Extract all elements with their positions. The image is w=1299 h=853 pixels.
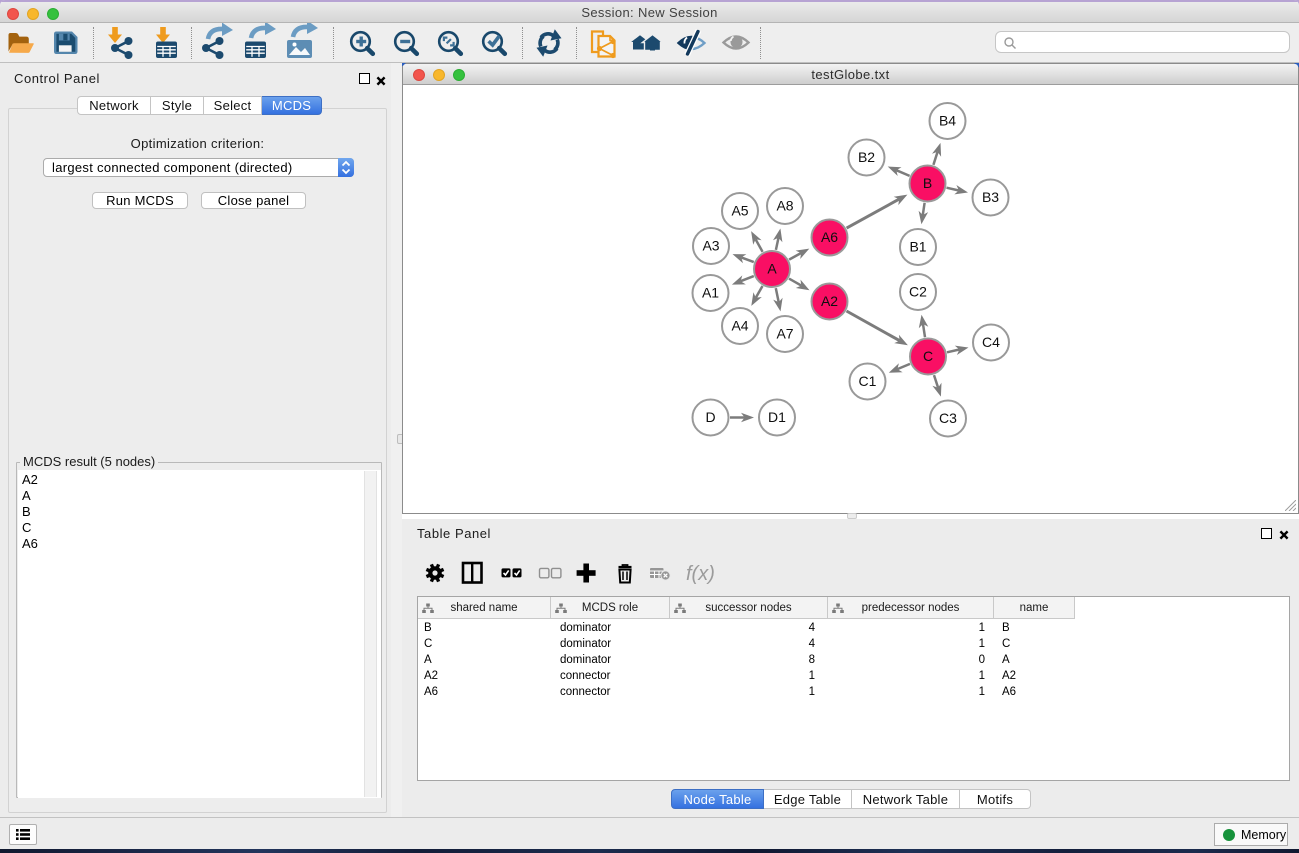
svg-text:D1: D1: [768, 409, 786, 425]
svg-text:C1: C1: [859, 373, 877, 389]
svg-text:C: C: [923, 348, 933, 364]
svg-text:D: D: [705, 409, 715, 425]
svg-text:B: B: [923, 175, 932, 191]
svg-text:A4: A4: [731, 318, 748, 334]
svg-text:A5: A5: [731, 203, 748, 219]
svg-text:B1: B1: [909, 239, 926, 255]
svg-text:A3: A3: [702, 238, 719, 254]
svg-text:A7: A7: [776, 326, 793, 342]
svg-text:B4: B4: [939, 113, 956, 129]
svg-text:A6: A6: [821, 229, 838, 245]
svg-text:C2: C2: [909, 284, 927, 300]
svg-text:A2: A2: [821, 293, 838, 309]
svg-text:A8: A8: [776, 198, 793, 214]
svg-text:C4: C4: [982, 334, 1000, 350]
svg-text:C3: C3: [939, 410, 957, 426]
svg-text:B2: B2: [858, 149, 875, 165]
svg-text:A1: A1: [702, 285, 719, 301]
svg-text:f(x): f(x): [686, 563, 715, 585]
svg-text:A: A: [767, 261, 777, 277]
svg-text:B3: B3: [982, 189, 999, 205]
